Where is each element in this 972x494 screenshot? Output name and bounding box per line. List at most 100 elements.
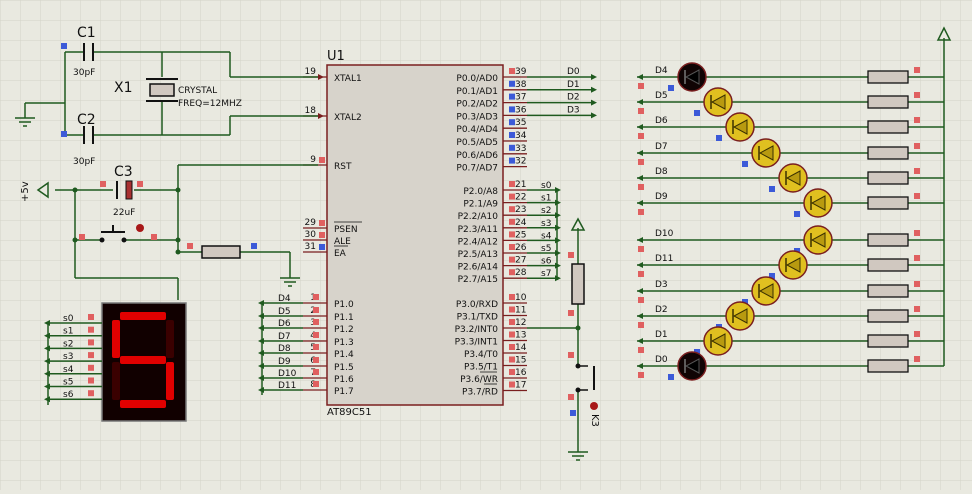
c3-value: 22uF bbox=[113, 208, 135, 218]
pin-number: 37 bbox=[515, 93, 526, 103]
net-label: s0 bbox=[63, 314, 74, 324]
led-resistor bbox=[867, 359, 909, 373]
pin-number: 12 bbox=[515, 318, 526, 328]
pin-number: 28 bbox=[515, 268, 527, 278]
pin-number: 34 bbox=[515, 131, 527, 141]
schematic-canvas[interactable]: U1 AT89C51 19 XTAL1 18 XTAL2 9 RST 29 PSEN 30 ALE… bbox=[0, 0, 972, 490]
pin-number: 16 bbox=[515, 368, 527, 378]
net-label: D9 bbox=[278, 357, 291, 367]
led-resistor bbox=[867, 334, 909, 348]
mcu-part: AT89C51 bbox=[327, 407, 372, 418]
pin-name: ALE bbox=[334, 237, 351, 247]
pin-number: 11 bbox=[515, 306, 526, 316]
pin-name: P2.5/A13 bbox=[458, 250, 498, 260]
x1-ref: X1 bbox=[114, 80, 133, 96]
net-label: D8 bbox=[655, 167, 668, 177]
pin-name: P1.7 bbox=[334, 387, 354, 397]
net-label: s3 bbox=[63, 352, 73, 362]
net-label: D4 bbox=[655, 66, 668, 76]
segment-d bbox=[120, 400, 166, 408]
led-resistor bbox=[867, 70, 909, 84]
led-resistor bbox=[867, 146, 909, 160]
mcu-u1[interactable]: U1 AT89C51 19 XTAL1 18 XTAL2 9 RST 29 PSEN 30 ALE… bbox=[303, 49, 527, 418]
pin-name: P3.1/TXD bbox=[457, 313, 498, 323]
pin-name: P3.0/RXD bbox=[456, 300, 498, 310]
net-label: s4 bbox=[541, 231, 552, 241]
pin-number: 22 bbox=[515, 193, 526, 203]
pin-name: XTAL1 bbox=[334, 74, 362, 84]
segment-f bbox=[112, 320, 120, 358]
net-label: D2 bbox=[567, 93, 580, 103]
net-label: s6 bbox=[541, 257, 552, 267]
pin-name: P3.3/INT1 bbox=[455, 338, 498, 348]
pin-name: P3.5/T1 bbox=[464, 363, 498, 373]
net-label: s2 bbox=[63, 339, 73, 349]
net-label: D3 bbox=[655, 280, 668, 290]
pin-name: P3.7/RD bbox=[462, 388, 498, 398]
pin-number: 39 bbox=[515, 67, 527, 77]
pin-name: P1.4 bbox=[334, 350, 354, 360]
net-label: s5 bbox=[63, 378, 73, 388]
pin-number: 18 bbox=[305, 106, 317, 116]
pin-name: P0.5/AD5 bbox=[456, 138, 498, 148]
pin-name: P2.3/A11 bbox=[458, 225, 498, 235]
pin-number: 30 bbox=[305, 230, 317, 240]
segment-g bbox=[120, 356, 166, 364]
segment-b bbox=[166, 320, 174, 358]
pin-number: 13 bbox=[515, 331, 526, 341]
net-label: s6 bbox=[63, 390, 74, 400]
net-label: D10 bbox=[655, 229, 674, 239]
net-label: s2 bbox=[541, 206, 551, 216]
pin-number: 9 bbox=[310, 155, 316, 165]
pin-name: P3.4/T0 bbox=[464, 350, 498, 360]
pin-name: P1.3 bbox=[334, 338, 354, 348]
pin-name: P1.5 bbox=[334, 363, 354, 373]
led-resistor bbox=[867, 309, 909, 323]
x1-freq: FREQ=12MHZ bbox=[178, 99, 242, 109]
pin-name: P2.7/A15 bbox=[458, 275, 498, 285]
pin-number: 23 bbox=[515, 205, 526, 215]
segment-c bbox=[166, 362, 174, 400]
net-label: D11 bbox=[278, 381, 296, 391]
pin-number: 10 bbox=[515, 293, 527, 303]
net-label: D1 bbox=[567, 80, 580, 90]
pin-number: 27 bbox=[515, 256, 526, 266]
net-label: s7 bbox=[541, 269, 551, 279]
k3-ref: K3 bbox=[589, 414, 600, 427]
pin-number: 17 bbox=[515, 381, 526, 391]
net-label: s5 bbox=[541, 244, 551, 254]
pin-name: P0.7/AD7 bbox=[456, 164, 498, 174]
net-label: s1 bbox=[63, 327, 73, 337]
x1-type: CRYSTAL bbox=[178, 86, 217, 96]
pin-number: 21 bbox=[515, 180, 526, 190]
segment-e bbox=[112, 362, 120, 400]
pin-name: P3.2/INT0 bbox=[455, 325, 499, 335]
pin-number: 19 bbox=[305, 67, 317, 77]
segment-a bbox=[120, 312, 166, 320]
pin-name: P0.1/AD1 bbox=[456, 87, 498, 97]
net-label: D10 bbox=[278, 369, 297, 379]
pin-number: 25 bbox=[515, 230, 526, 240]
pin-name: P2.2/A10 bbox=[458, 212, 499, 222]
net-label: s3 bbox=[541, 219, 551, 229]
pin-name: RST bbox=[334, 162, 352, 172]
pin-name: P0.3/AD3 bbox=[456, 112, 498, 122]
pin-number: 24 bbox=[515, 218, 527, 228]
led-resistor bbox=[867, 284, 909, 298]
pin-number: 35 bbox=[515, 118, 526, 128]
net-label: D0 bbox=[567, 67, 580, 77]
net-label: D11 bbox=[655, 254, 673, 264]
pin-number: 15 bbox=[515, 356, 526, 366]
mcu-ref: U1 bbox=[327, 49, 345, 64]
net-label: D0 bbox=[655, 355, 668, 365]
c3-ref: C3 bbox=[114, 164, 133, 180]
led-resistor bbox=[867, 120, 909, 134]
pin-name: P3.6/WR bbox=[460, 375, 498, 385]
junction bbox=[575, 325, 581, 331]
pin-name: PSEN bbox=[334, 225, 358, 235]
net-label: D6 bbox=[278, 319, 291, 329]
led-resistor bbox=[867, 196, 909, 210]
pin-number: 32 bbox=[515, 157, 526, 167]
c2-value: 30pF bbox=[73, 157, 95, 167]
pin-number: 38 bbox=[515, 80, 527, 90]
